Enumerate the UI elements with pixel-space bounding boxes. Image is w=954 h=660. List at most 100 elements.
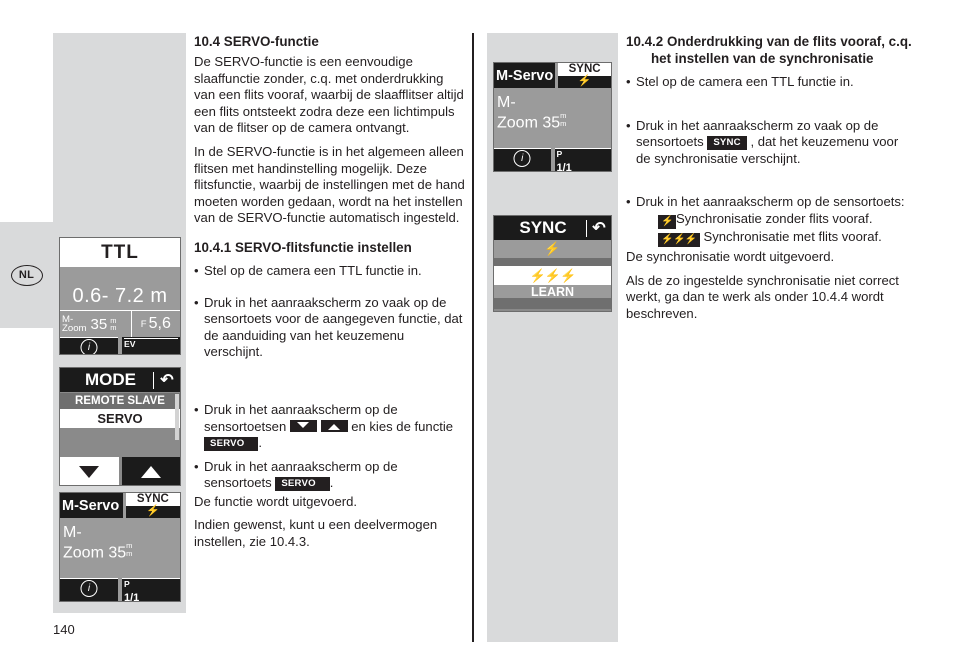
lcd-sync-header: SYNC ↶	[494, 216, 611, 240]
servo-key-badge: SERVO	[204, 436, 259, 451]
bullet-sync-step-3-pre: Druk in het aanraakscherm op de sensorto…	[636, 194, 905, 210]
lcd-sync-option-spacer-1	[494, 258, 611, 266]
lcd-mode-down-button[interactable]	[60, 457, 119, 485]
lcd-sync-menu-display: SYNC ↶ ⚡ ⚡⚡⚡ LEARN	[493, 215, 612, 312]
servo-key-badge: SERVO	[275, 476, 330, 491]
bullet-list-10-4-2: Stel op de camera een TTL functie in. Dr…	[626, 74, 916, 247]
power-value-mid: 1/1	[556, 162, 572, 172]
info-underline	[503, 170, 542, 171]
lcd-mode-title: MODE	[85, 370, 136, 389]
bullet-sync-step-1: Stel op de camera een TTL functie in.	[626, 74, 916, 91]
sync-option-text-2: Synchronisatie met flits vooraf.	[703, 228, 882, 244]
bullet-step-4-post: .	[329, 475, 334, 491]
lcd-ttl-aperture-group: F 5,6	[130, 311, 180, 337]
lcd-mservo-display-mid: M-Servo SYNC ⚡ M- Zoom 35m m i P 1/1	[493, 62, 612, 172]
lcd-sync-option-learn[interactable]: LEARN	[494, 285, 611, 299]
back-arrow-icon[interactable]: ↶	[153, 371, 180, 389]
lcd-mservo-sync-button-mid[interactable]: SYNC ⚡	[555, 63, 611, 88]
paragraph-sync-executed: De synchronisatie wordt uitgevoerd.	[626, 248, 835, 264]
heading-10-4-2-line2: het instellen van de synchronisatie	[651, 51, 874, 66]
bullet-step-3: Druk in het aanraakscherm op de sensorto…	[194, 402, 466, 452]
lcd-ttl-aperture-prefix: F	[140, 318, 147, 330]
lcd-mservo-footer-mid: i P 1/1	[494, 148, 611, 172]
bolt-single-icon: ⚡	[658, 214, 676, 229]
lcd-mservo-zoom-unit-left: mm	[126, 541, 133, 558]
lcd-mservo-header-left: M-Servo SYNC ⚡	[60, 493, 180, 518]
lcd-mservo-zoom-word-left: Zoom	[63, 544, 104, 562]
language-badge: NL	[10, 264, 43, 286]
lcd-mservo-line1-left: M-	[63, 524, 82, 541]
lcd-ttl-ev-button[interactable]: EV	[122, 337, 180, 354]
sync-key-badge: SYNC	[707, 135, 747, 150]
bullet-step-3-post: .	[258, 435, 263, 451]
lcd-ttl-distance-range: 0.6- 7.2 m	[72, 285, 168, 307]
paragraph-10-4-1: De SERVO-functie is een eenvoudige slaaf…	[194, 54, 464, 136]
lcd-mode-menu-display: MODE ↶ REMOTE SLAVE SERVO	[59, 367, 181, 486]
lcd-ttl-middle-row: M- Zoom 35 m m F 5,6	[60, 310, 180, 337]
info-underline	[70, 600, 108, 601]
paragraph-partial-power: Indien gewenst, kunt u een deelvermogen …	[194, 517, 438, 550]
text-column-3: 10.4.2 Onderdrukking van de flits vooraf…	[626, 33, 916, 322]
sync-option-line-1: ⚡ Synchronisatie zonder flits vooraf.	[636, 211, 916, 229]
lcd-mservo-zoom-word-mid: Zoom	[497, 114, 538, 132]
lcd-ttl-aperture-value: 5,6	[148, 315, 171, 332]
lcd-mservo-line2-mid: Zoom 35m m	[497, 112, 611, 133]
lcd-ttl-zoom-group: M- Zoom 35 m m	[60, 314, 131, 333]
bullet-step-4: Druk in het aanraakscherm op de sensorto…	[194, 459, 466, 492]
paragraph-sync-troubleshoot: Als de zo ingestelde synchronisatie niet…	[626, 272, 899, 321]
lcd-ttl-bottom-row: i EV	[60, 337, 180, 354]
bullet-sync-step-2: Druk in het aanraakscherm zo vaak op de …	[626, 118, 916, 168]
lcd-mservo-info-button-left[interactable]: i	[60, 578, 118, 601]
lcd-ttl-zoom-unit: m m	[110, 315, 117, 332]
sync-option-line-2: ⚡⚡⚡ Synchronisatie met flits vooraf.	[636, 229, 916, 247]
lcd-mservo-display-left: M-Servo SYNC ⚡ M- Zoom 35m m i P 1/1	[59, 492, 181, 602]
manual-page: NL TTL 0.6- 7.2 m M- Zoom 35 m m F 5,6 i…	[0, 0, 954, 660]
lcd-mservo-info-button-mid[interactable]: i	[494, 148, 551, 171]
back-arrow-icon[interactable]: ↶	[586, 219, 611, 237]
lcd-mservo-header-mid: M-Servo SYNC ⚡	[494, 63, 611, 88]
lcd-mservo-footer-left: i P 1/1	[60, 578, 180, 602]
lcd-mservo-body-left: M- Zoom 35m m	[60, 518, 180, 578]
lcd-ttl-display: TTL 0.6- 7.2 m M- Zoom 35 m m F 5,6 i EV	[59, 237, 181, 355]
lcd-mservo-mode-label-mid[interactable]: M-Servo	[494, 63, 556, 88]
lcd-mode-option-remote-slave[interactable]: REMOTE SLAVE	[60, 393, 180, 409]
lcd-mode-scrollbar[interactable]	[175, 394, 179, 440]
bolt-icon-left: ⚡	[146, 505, 160, 517]
lcd-mservo-line1-mid: M-	[497, 94, 516, 111]
bullet-list-10-4-1: Stel op de camera een TTL functie in. Dr…	[194, 263, 466, 492]
text-column-2: 10.4 SERVO-functie De SERVO-functie is e…	[194, 33, 466, 551]
lcd-mode-up-button[interactable]	[118, 457, 180, 485]
paragraph-function-executed: De functie wordt uitgevoerd.	[194, 493, 358, 509]
lcd-mservo-zoom-value-left: 35	[108, 544, 127, 562]
lcd-sync-option-with-preflash-selected[interactable]: ⚡⚡⚡	[494, 266, 611, 285]
lcd-mode-option-servo-selected[interactable]: SERVO	[60, 409, 180, 428]
heading-10-4: 10.4 SERVO-functie	[194, 34, 319, 49]
page-number: 140	[53, 622, 75, 637]
bullet-step-1: Stel op de camera een TTL functie in.	[194, 263, 466, 280]
bullet-sync-step-3: Druk in het aanraakscherm op de sensorto…	[626, 194, 916, 247]
up-arrow-key-icon	[320, 419, 348, 432]
lcd-mservo-zoom-value-mid: 35	[542, 114, 561, 132]
heading-10-4-1: 10.4.1 SERVO-flitsfunctie instellen	[194, 239, 412, 255]
ev-label: EV	[124, 338, 178, 349]
lcd-ttl-zoom-value: 35	[90, 315, 108, 333]
lcd-mservo-mode-label-left[interactable]: M-Servo	[60, 493, 123, 518]
bullet-step-3-mid: en kies de functie	[351, 418, 454, 434]
column-divider-rule	[472, 33, 474, 642]
paragraph-10-4-2: In de SERVO-functie is in het algemeen a…	[194, 143, 465, 226]
lcd-ttl-title: TTL	[60, 238, 180, 267]
power-value-left: 1/1	[124, 592, 140, 602]
lcd-mode-buttons	[60, 457, 180, 485]
info-icon: i	[80, 580, 98, 597]
lcd-sync-option-without-preflash[interactable]: ⚡	[494, 240, 611, 258]
lcd-mservo-sync-button-left[interactable]: SYNC ⚡	[122, 493, 180, 518]
lcd-sync-title: SYNC	[519, 218, 567, 237]
lcd-mservo-power-button-left[interactable]: P 1/1	[122, 578, 180, 602]
lcd-ttl-info-button[interactable]: i	[60, 337, 118, 354]
lcd-mservo-power-button-mid[interactable]: P 1/1	[554, 148, 611, 172]
down-arrow-key-icon	[289, 419, 317, 432]
lcd-mservo-body-mid: M- Zoom 35m m	[494, 88, 611, 148]
